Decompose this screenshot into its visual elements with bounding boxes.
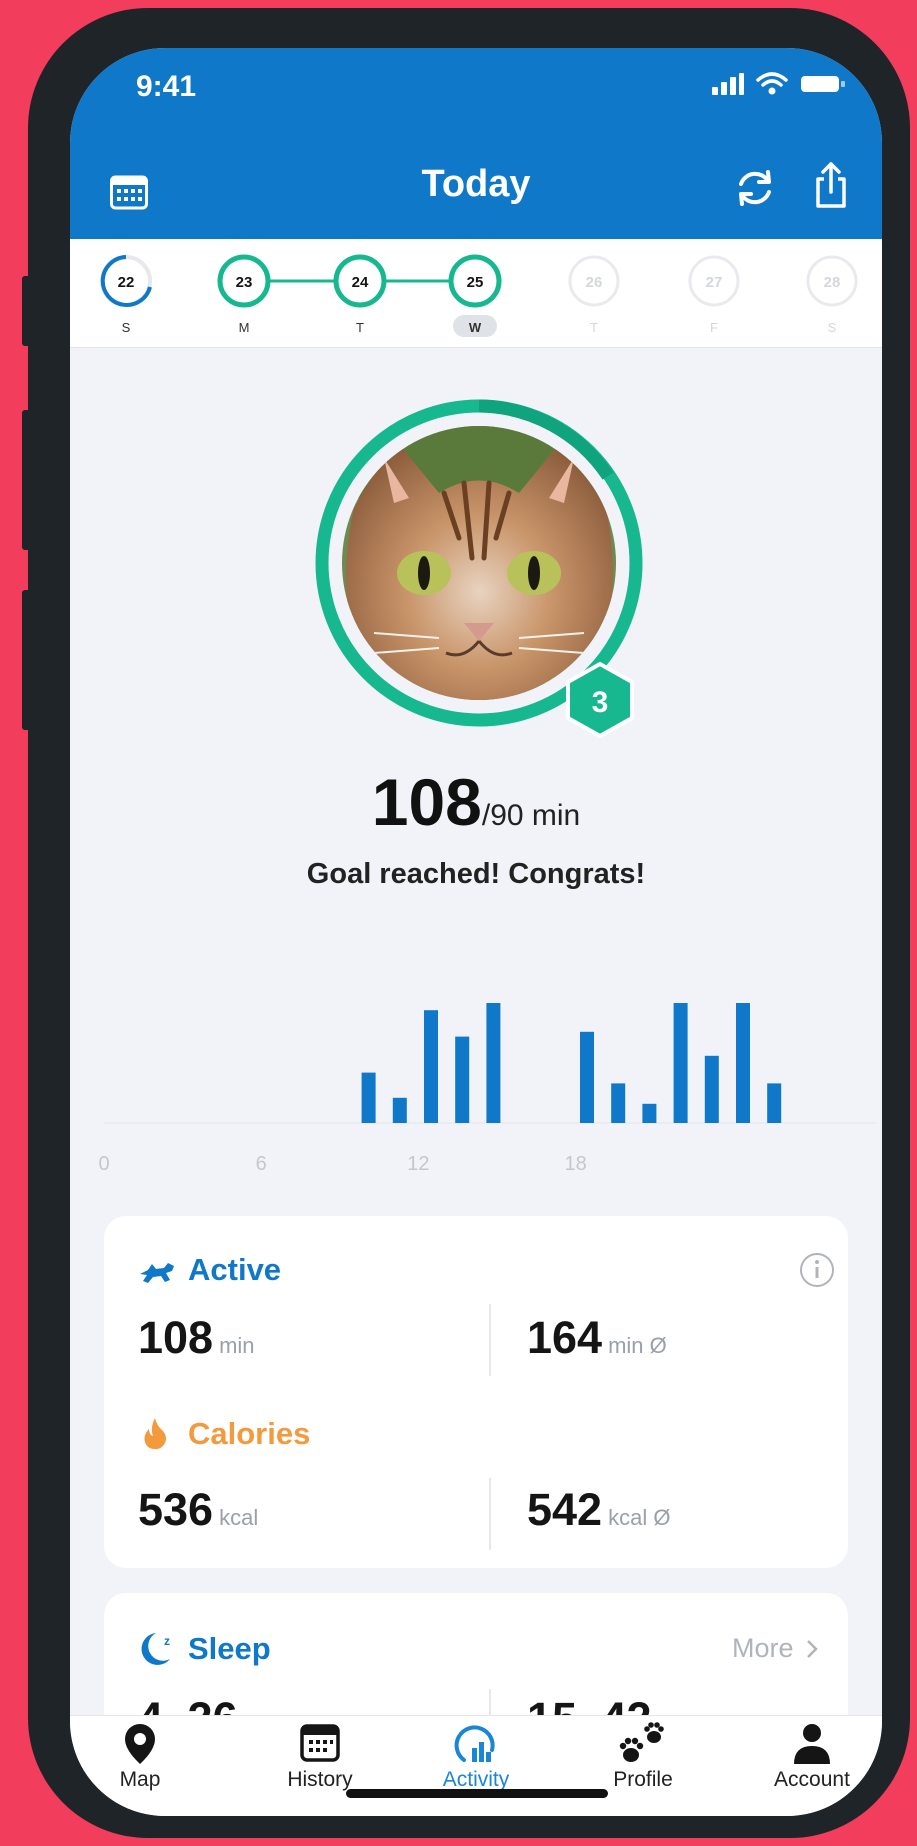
app-header: 9:41 Today xyxy=(70,48,882,239)
moon-icon: z xyxy=(141,1633,170,1665)
chart-bar xyxy=(767,1083,782,1123)
chart-tick-label: 0 xyxy=(98,1153,109,1175)
calories-average-value: 542 xyxy=(527,1484,603,1535)
chart-bar xyxy=(392,1097,407,1123)
day-number: 23 xyxy=(236,274,253,291)
tab-profile[interactable]: Profile xyxy=(573,1716,713,1816)
divider xyxy=(489,1478,491,1550)
day-letter: M xyxy=(239,320,250,335)
week-days: 22 S 23 M 24 T 25 W 26 T 27 F 28 S xyxy=(100,254,858,337)
calories-average: 542 kcal Ø xyxy=(527,1484,670,1536)
day-22[interactable]: 22 S xyxy=(100,255,152,335)
chart-bar xyxy=(424,1010,438,1123)
day-letter: T xyxy=(356,320,364,335)
day-number: 24 xyxy=(352,274,369,291)
active-minutes: 108 min xyxy=(138,1312,255,1364)
tab-activity[interactable]: Activity xyxy=(406,1716,546,1816)
day-number: 25 xyxy=(467,274,484,291)
info-icon[interactable] xyxy=(799,1252,835,1288)
goal-message: Goal reached! Congrats! xyxy=(306,858,646,890)
chevron-right-icon xyxy=(807,1640,818,1658)
app-screen: 9:41 Today 22 S 23 M 24 T 25 W 26 T 27 F… xyxy=(70,48,882,1816)
day-letter: S xyxy=(122,320,131,335)
hourly-activity-chart-svg: 0 6 12 18 xyxy=(98,1003,876,1175)
dog-running-icon xyxy=(140,1263,174,1283)
calories-burned: 536 kcal xyxy=(138,1484,258,1536)
day-letter: T xyxy=(590,320,598,335)
status-time: 9:41 xyxy=(136,70,197,103)
day-number: 22 xyxy=(118,274,135,291)
day-26[interactable]: 26 T xyxy=(568,255,620,335)
chart-tick-label: 18 xyxy=(564,1153,586,1175)
chart-bar xyxy=(611,1083,626,1123)
day-28[interactable]: 28 S xyxy=(806,255,858,335)
chart-bar xyxy=(486,1003,501,1123)
day-25[interactable]: 25 W xyxy=(448,254,502,337)
activity-total-value: 108 xyxy=(371,765,482,839)
account-icon xyxy=(794,1724,830,1764)
day-number: 26 xyxy=(586,274,603,291)
flame-icon xyxy=(144,1418,166,1450)
calories-average-unit: kcal Ø xyxy=(608,1505,671,1530)
sync-icon xyxy=(739,170,771,206)
hourly-activity-chart: 0 6 12 18 xyxy=(70,948,882,1188)
tab-account[interactable]: Account xyxy=(742,1716,882,1816)
active-minutes-unit: min xyxy=(219,1333,255,1358)
activity-gauge-icon xyxy=(454,1725,495,1762)
chart-bar xyxy=(673,1003,688,1123)
active-average-value: 164 xyxy=(527,1312,603,1363)
wifi-icon xyxy=(756,72,788,95)
activity-total: 108/90 min xyxy=(70,764,882,840)
signal-icon xyxy=(712,73,744,95)
chart-tick-label: 6 xyxy=(256,1153,267,1175)
share-button[interactable] xyxy=(812,160,850,215)
day-letter: F xyxy=(710,320,718,335)
tab-map[interactable]: Map xyxy=(70,1716,210,1816)
chart-tick-label: 12 xyxy=(407,1153,429,1175)
level-badge-count: 3 xyxy=(592,686,609,719)
sleep-title: Sleep xyxy=(188,1631,271,1666)
day-number: 28 xyxy=(824,274,841,291)
chart-bar xyxy=(455,1036,470,1123)
calories-value: 536 xyxy=(138,1484,214,1535)
divider xyxy=(489,1304,491,1376)
tab-bar: Map History Activity Profile Account xyxy=(70,1715,882,1816)
day-23[interactable]: 23 M xyxy=(217,254,271,335)
tab-history[interactable]: History xyxy=(250,1716,390,1816)
sleep-more-label: More xyxy=(732,1633,794,1663)
tab-account-label: Account xyxy=(774,1768,850,1791)
active-average-unit: min Ø xyxy=(608,1333,667,1358)
active-title: Active xyxy=(188,1252,282,1287)
chart-bar xyxy=(580,1031,594,1123)
map-pin-icon xyxy=(125,1724,155,1764)
day-number: 27 xyxy=(706,274,723,291)
week-selector: 22 S 23 M 24 T 25 W 26 T 27 F 28 S xyxy=(70,239,882,348)
activity-card: Active 108 min 164 min Ø Calories 536 kcal … xyxy=(104,1216,848,1568)
day-letter: S xyxy=(828,320,837,335)
status-icons xyxy=(712,72,846,96)
battery-icon xyxy=(801,76,845,92)
day-letter: W xyxy=(469,320,482,335)
chart-bar xyxy=(642,1103,657,1123)
tab-map-label: Map xyxy=(119,1768,161,1791)
chart-bar xyxy=(361,1072,376,1123)
calories-unit: kcal xyxy=(219,1505,259,1530)
calories-title: Calories xyxy=(188,1416,311,1451)
day-24[interactable]: 24 T xyxy=(333,254,387,335)
activity-total-unit: /90 min xyxy=(481,799,581,832)
svg-text:z: z xyxy=(164,1634,170,1648)
active-minutes-value: 108 xyxy=(138,1312,214,1363)
paw-icon xyxy=(619,1722,664,1762)
share-icon xyxy=(816,162,846,208)
home-indicator xyxy=(346,1789,608,1798)
day-27[interactable]: 27 F xyxy=(688,255,740,335)
chart-bar xyxy=(736,1003,750,1123)
sleep-more-link[interactable]: More xyxy=(732,1633,819,1664)
level-badge: 3 xyxy=(562,660,638,740)
history-calendar-icon xyxy=(300,1724,340,1762)
active-average: 164 min Ø xyxy=(527,1312,667,1364)
sync-button[interactable] xyxy=(732,166,778,215)
chart-bar xyxy=(704,1055,719,1123)
